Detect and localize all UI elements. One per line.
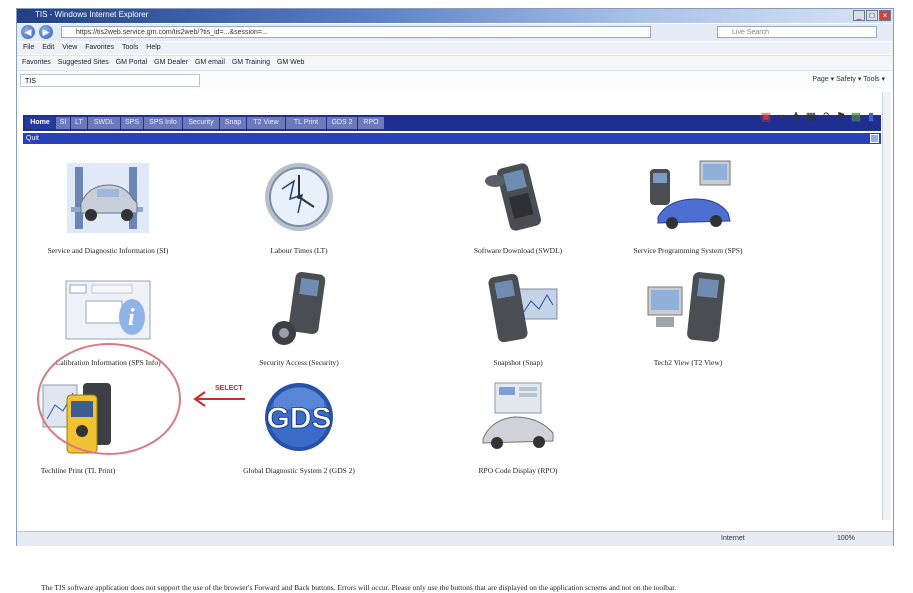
- maximize-icon[interactable]: □: [866, 10, 878, 21]
- command-bar[interactable]: Page ▾ Safety ▾ Tools ▾: [812, 75, 885, 83]
- tile-label: RPO Code Display (RPO): [478, 466, 558, 475]
- page-content: Home SI LT SWDL SPS SPS Info Security Sn…: [19, 93, 891, 592]
- tile-label: Service Programming System (SPS): [633, 246, 743, 255]
- service-info-icon: [67, 163, 149, 233]
- menu-tools[interactable]: Tools: [122, 44, 138, 51]
- tab-lt[interactable]: LT: [71, 117, 88, 129]
- print-icon[interactable]: ▣: [760, 111, 772, 123]
- browser-window: TIS - Windows Internet Explorer _ □ × ◀ …: [16, 8, 894, 592]
- tile-label: Software Download (SWDL): [473, 246, 563, 255]
- tab-swdl[interactable]: SWDL: [88, 117, 121, 129]
- tile-security[interactable]: Security Access (Security): [214, 271, 384, 367]
- tile-swdl[interactable]: Software Download (SWDL): [433, 159, 603, 255]
- tile-label: Snapshot (Snap): [493, 358, 543, 367]
- tile-lt[interactable]: Labour Times (LT): [214, 159, 384, 255]
- browser-warning-note: The TIS software application does not su…: [41, 583, 677, 592]
- address-bar[interactable]: https://tis2web.service.gm.com/tis2web/?…: [61, 26, 651, 38]
- favorite-link[interactable]: Suggested Sites: [58, 59, 109, 66]
- tile-snap[interactable]: Snapshot (Snap): [433, 271, 603, 367]
- tech2-view-icon: [647, 272, 725, 342]
- menu-help[interactable]: Help: [146, 44, 160, 51]
- favorite-link[interactable]: GM email: [195, 59, 225, 66]
- tab-home[interactable]: Home: [25, 117, 56, 129]
- vertical-scrollbar[interactable]: [882, 92, 891, 520]
- calendar-icon[interactable]: ▦: [805, 111, 817, 123]
- tile-label: Security Access (Security): [259, 358, 339, 367]
- security-access-icon: [272, 271, 326, 345]
- menu-file[interactable]: File: [23, 44, 34, 51]
- search-input[interactable]: Live Search: [717, 26, 877, 38]
- tile-rpo[interactable]: RPO Code Display (RPO): [433, 379, 603, 475]
- tab-gds2[interactable]: GDS 2: [327, 117, 358, 129]
- tile-label: Tech2 View (T2 View): [653, 358, 723, 367]
- back-button[interactable]: ◀: [21, 25, 35, 39]
- tis-nav-bar: Home SI LT SWDL SPS SPS Info Security Sn…: [23, 115, 881, 131]
- labour-times-clock-icon: [265, 163, 333, 231]
- minimize-icon[interactable]: _: [853, 10, 865, 21]
- address-row: ◀ ▶ https://tis2web.service.gm.com/tis2w…: [17, 24, 893, 41]
- flag-icon[interactable]: ⚑: [835, 111, 847, 123]
- menu-view[interactable]: View: [62, 44, 77, 51]
- gds-logo-text: GDS: [266, 402, 331, 435]
- tab-snap[interactable]: Snap: [220, 117, 247, 129]
- menu-bar: File Edit View Favorites Tools Help: [17, 42, 893, 54]
- arrow-icon: [193, 391, 245, 407]
- tab-t2-view[interactable]: T2 View: [247, 117, 286, 129]
- zoom-level[interactable]: 100%: [837, 535, 855, 542]
- tile-t2-view[interactable]: Tech2 View (T2 View): [603, 271, 773, 367]
- tab-si[interactable]: SI: [56, 117, 71, 129]
- close-icon[interactable]: ×: [879, 10, 891, 21]
- browser-tab-row: TIS Page ▾ Safety ▾ Tools ▾: [17, 70, 893, 89]
- link-icon[interactable]: ∞: [775, 111, 787, 123]
- tile-label: Global Diagnostic System 2 (GDS 2): [243, 466, 355, 475]
- sub-bar: Quit: [23, 133, 881, 144]
- menu-edit[interactable]: Edit: [42, 44, 54, 51]
- forward-button[interactable]: ▶: [39, 25, 53, 39]
- security-zone: Internet: [721, 535, 745, 542]
- select-callout: SELECT: [215, 385, 243, 392]
- favorite-link[interactable]: GM Web: [277, 59, 305, 66]
- tab-sps[interactable]: SPS: [121, 117, 144, 129]
- tab-rpo[interactable]: RPO: [358, 117, 385, 129]
- tile-label: Techline Print (TL Print): [40, 466, 116, 475]
- gds2-icon: GDS: [265, 383, 333, 451]
- favorites-bar: Favorites Suggested Sites GM Portal GM D…: [17, 55, 893, 70]
- info-icon[interactable]: [870, 134, 879, 143]
- browser-tab[interactable]: TIS: [20, 74, 200, 87]
- settings-icon[interactable]: ▩: [850, 111, 862, 123]
- quit-link[interactable]: Quit: [26, 135, 39, 142]
- tab-security[interactable]: Security: [183, 117, 220, 129]
- tab-tl-print[interactable]: TL Print: [286, 117, 327, 129]
- favorites-button[interactable]: Favorites: [22, 59, 51, 66]
- window-title: TIS - Windows Internet Explorer: [35, 10, 149, 19]
- tis-toolbar-icons: ▣ ∞ ♟ ▦ ? ⚑ ▩ ▮: [760, 111, 877, 123]
- rpo-code-icon: [482, 382, 554, 449]
- favorite-link[interactable]: GM Portal: [116, 59, 148, 66]
- calibration-info-icon: i: [65, 280, 151, 340]
- snapshot-icon: [488, 273, 558, 343]
- tile-si[interactable]: Service and Diagnostic Information (SI): [23, 159, 193, 255]
- user-icon[interactable]: ♟: [790, 111, 802, 123]
- tile-label: Labour Times (LT): [270, 246, 328, 255]
- title-bar: TIS - Windows Internet Explorer _ □ ×: [17, 9, 893, 23]
- favorite-link[interactable]: GM Dealer: [154, 59, 188, 66]
- status-bar: Internet 100%: [17, 531, 893, 546]
- service-programming-icon: [650, 160, 731, 229]
- tile-sps[interactable]: Service Programming System (SPS): [603, 159, 773, 255]
- tile-label: Service and Diagnostic Information (SI): [47, 246, 169, 255]
- svg-text:i: i: [128, 305, 135, 331]
- highlight-circle: [37, 343, 181, 455]
- software-download-icon: [485, 163, 541, 231]
- favorite-link[interactable]: GM Training: [232, 59, 270, 66]
- tab-sps-info[interactable]: SPS Info: [144, 117, 183, 129]
- exit-icon[interactable]: ▮: [865, 111, 877, 123]
- menu-favorites[interactable]: Favorites: [85, 44, 114, 51]
- window-controls: _ □ ×: [853, 10, 891, 21]
- help-icon[interactable]: ?: [820, 111, 832, 123]
